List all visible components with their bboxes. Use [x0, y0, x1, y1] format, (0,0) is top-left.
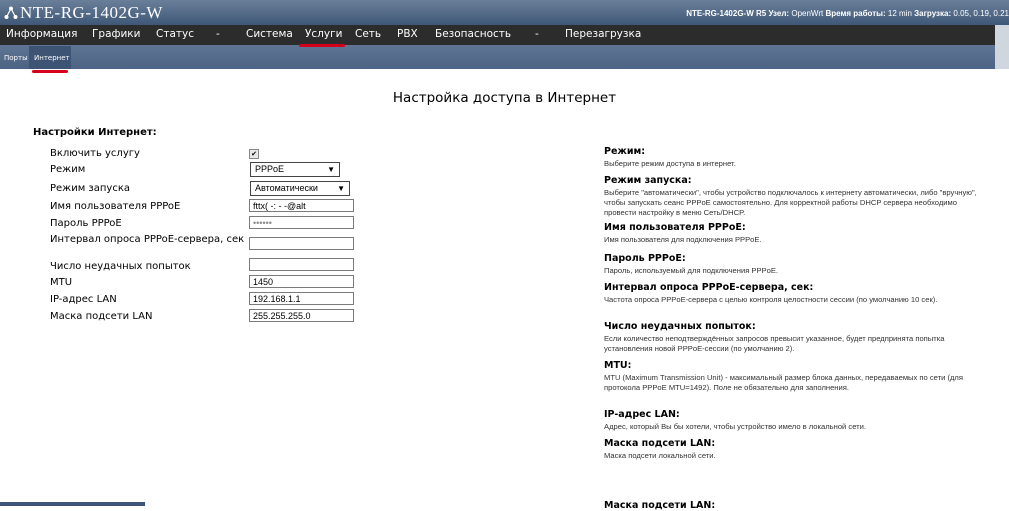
- help-title: MTU:: [604, 360, 632, 371]
- help-password: Пароль PPPoE: Пароль, используемый для п…: [604, 253, 984, 276]
- help-title: Имя пользователя PPPoE:: [604, 222, 746, 233]
- status-uptime-label: Время работы:: [825, 9, 886, 18]
- status-node-label: Узел:: [768, 9, 790, 18]
- help-title: Маска подсети LAN:: [604, 438, 716, 449]
- dropdown-arrow-icon: ▼: [337, 184, 345, 193]
- help-text: Если количество неподтверждённых запросо…: [604, 334, 945, 353]
- help-text: Имя пользователя для подключения PPPoE.: [604, 235, 762, 244]
- password-input[interactable]: ••••••: [249, 216, 354, 229]
- help-text: Частота опроса PPPoE-сервера с целью кон…: [604, 295, 938, 304]
- mtu-label: MTU: [50, 277, 73, 288]
- help-text: MTU (Maximum Transmission Unit) - максим…: [604, 373, 963, 392]
- failures-input[interactable]: [249, 258, 354, 271]
- scrollbar[interactable]: [995, 25, 1009, 69]
- help-failures: Число неудачных попыток: Если количество…: [604, 321, 984, 354]
- submenu-active-indicator: [32, 70, 68, 73]
- mode-select-value: PPPoE: [255, 164, 285, 174]
- menu-item-network[interactable]: Сеть: [355, 28, 381, 40]
- ip-input[interactable]: 192.168.1.1: [249, 292, 354, 305]
- status-load-label: Загрузка:: [914, 9, 952, 18]
- help-mask: Маска подсети LAN: Маска подсети локальн…: [604, 438, 984, 461]
- status-model: NTE-RG-1402G-W R5: [686, 9, 767, 18]
- help-text: Маска подсети локальной сети.: [604, 451, 716, 460]
- submenu-item-ports[interactable]: Порты: [4, 54, 28, 62]
- menu-separator: -: [535, 28, 539, 40]
- start-label: Режим запуска: [50, 183, 130, 194]
- page-title: Настройка доступа в Интернет: [392, 90, 617, 106]
- interval-input[interactable]: [249, 237, 354, 250]
- ip-label: IP-адрес LAN: [50, 294, 117, 305]
- menu-item-pbx[interactable]: PBX: [397, 28, 418, 40]
- help-ip: IP-адрес LAN: Адрес, который Вы бы хотел…: [604, 409, 984, 432]
- help-title: Режим запуска:: [604, 175, 692, 186]
- help-mode: Режим: Выберите режим доступа в интернет…: [604, 146, 984, 169]
- help-username: Имя пользователя PPPoE: Имя пользователя…: [604, 222, 984, 245]
- status-line: NTE-RG-1402G-W R5 Узел: OpenWrt Время ра…: [686, 9, 1009, 18]
- enable-label: Включить услугу: [50, 148, 140, 159]
- enable-checkbox[interactable]: ✔: [249, 149, 259, 159]
- submenu-item-internet[interactable]: Интернет: [34, 54, 70, 62]
- cut-off-help-title: Маска подсети LAN:: [604, 500, 716, 511]
- menu-separator: -: [216, 28, 220, 40]
- help-text: Выберите режим доступа в интернет.: [604, 159, 736, 168]
- status-node: OpenWrt: [791, 9, 824, 18]
- menu-item-info[interactable]: Информация: [6, 28, 77, 40]
- network-logo-icon: [4, 6, 18, 19]
- menu-item-system[interactable]: Система: [246, 28, 293, 40]
- username-label: Имя пользователя PPPoE: [50, 201, 181, 212]
- menu-item-services[interactable]: Услуги: [305, 28, 342, 40]
- menu-item-graphs[interactable]: Графики: [92, 28, 140, 40]
- bottom-bar-fragment: [0, 502, 145, 506]
- help-text: Адрес, который Вы бы хотели, чтобы устро…: [604, 422, 866, 431]
- app-logo: NTE-RG-1402G-W: [4, 3, 163, 23]
- status-uptime: 12 min: [887, 9, 912, 18]
- menu-item-reboot[interactable]: Перезагрузка: [565, 28, 641, 40]
- help-interval: Интервал опроса PPPoE-сервера, сек: Част…: [604, 282, 984, 305]
- help-text: Пароль, используемый для подключения PPP…: [604, 266, 779, 275]
- sub-menu: [0, 45, 1009, 69]
- mask-label: Маска подсети LAN: [50, 311, 153, 322]
- menu-item-status[interactable]: Статус: [156, 28, 194, 40]
- menu-item-security[interactable]: Безопасность: [435, 28, 511, 40]
- help-title: IP-адрес LAN:: [604, 409, 680, 420]
- menu-active-indicator: [299, 44, 345, 47]
- username-input[interactable]: fttx( -: - -@alt: [249, 199, 354, 212]
- top-header: NTE-RG-1402G-W NTE-RG-1402G-W R5 Узел: O…: [0, 0, 1009, 25]
- mask-input[interactable]: 255.255.255.0: [249, 309, 354, 322]
- help-mtu: MTU: MTU (Maximum Transmission Unit) - м…: [604, 360, 984, 393]
- start-select-value: Автоматически: [255, 183, 318, 193]
- help-title: Число неудачных попыток:: [604, 321, 756, 332]
- main-menu: Информация Графики Статус - Система Услу…: [0, 25, 1009, 45]
- dropdown-arrow-icon: ▼: [327, 165, 335, 174]
- status-load: 0.05, 0.19, 0.21: [953, 9, 1009, 18]
- failures-label: Число неудачных попыток: [50, 261, 191, 272]
- help-title: Пароль PPPoE:: [604, 253, 686, 264]
- section-title: Настройки Интернет:: [33, 127, 157, 138]
- help-title: Интервал опроса PPPoE-сервера, сек:: [604, 282, 814, 293]
- help-title: Режим:: [604, 146, 646, 157]
- app-title: NTE-RG-1402G-W: [20, 3, 163, 22]
- start-select[interactable]: Автоматически ▼: [250, 181, 350, 196]
- mode-select[interactable]: PPPoE ▼: [250, 162, 340, 177]
- help-text: Выберите "автоматически", чтобы устройст…: [604, 188, 977, 217]
- password-label: Пароль PPPoE: [50, 218, 122, 229]
- mode-label: Режим: [50, 164, 86, 175]
- mtu-input[interactable]: 1450: [249, 275, 354, 288]
- interval-label: Интервал опроса PPPoE-сервера, сек: [50, 234, 245, 245]
- help-start-mode: Режим запуска: Выберите "автоматически",…: [604, 175, 984, 218]
